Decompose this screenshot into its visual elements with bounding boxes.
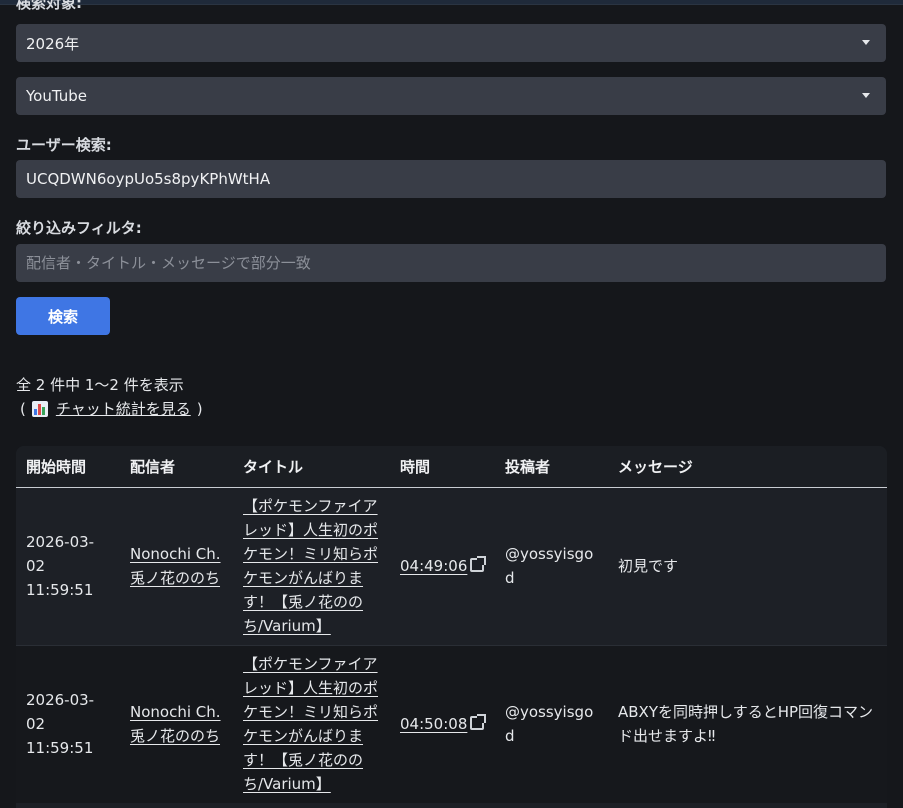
- streamer-link[interactable]: Nonochi Ch. 兎ノ花ののち: [130, 703, 221, 745]
- external-link-icon[interactable]: [470, 714, 487, 731]
- external-link-icon[interactable]: [470, 556, 487, 572]
- title-link[interactable]: 【ポケモンファイアレッド】人生初のポケモン！ミリ知らポケモンがんばります！【兎ノ…: [243, 655, 378, 793]
- year-select-value: 2026年: [26, 34, 80, 53]
- stats-open-paren: (: [20, 400, 26, 418]
- top-bar: [0, 0, 903, 5]
- search-target-label: 検索対象:: [16, 0, 82, 12]
- header-time: 時間: [390, 446, 495, 488]
- cell-message: 初見です: [618, 557, 679, 575]
- stats-close-paren: ): [196, 400, 203, 418]
- year-select[interactable]: 2026年: [16, 24, 886, 62]
- cell-poster: @yossyisgod: [505, 545, 594, 587]
- cell-start-time: 2026-03-02 11:59:51: [26, 533, 95, 599]
- title-link[interactable]: 【ポケモンファイアレッド】人生初のポケモン！ミリ知らポケモンがんばります！【兎ノ…: [243, 497, 378, 635]
- header-poster: 投稿者: [495, 446, 608, 488]
- platform-select[interactable]: YouTube: [16, 77, 886, 115]
- caret-down-icon: [862, 40, 870, 45]
- platform-select-value: YouTube: [26, 87, 87, 105]
- filter-label: 絞り込みフィルタ:: [16, 219, 142, 237]
- user-search-input[interactable]: [16, 160, 886, 198]
- streamer-link[interactable]: Nonochi Ch. 兎ノ花ののち: [130, 545, 221, 587]
- header-streamer: 配信者: [120, 446, 233, 488]
- cell-message: ABXYを同時押しするとHP回復コマンド出せますよ‼: [618, 703, 874, 746]
- cell-poster: @yossyisgod: [505, 703, 594, 746]
- caret-down-icon: [862, 93, 870, 98]
- results-table: 開始時間 配信者 タイトル 時間 投稿者 メッセージ 2026-03-02 11…: [16, 446, 887, 808]
- header-title: タイトル: [233, 446, 390, 488]
- bar-chart-icon: [31, 401, 48, 417]
- chat-stats-line: ( チャット統計を見る ): [16, 397, 203, 421]
- search-button[interactable]: 検索: [16, 297, 110, 335]
- header-message: メッセージ: [608, 446, 887, 488]
- user-search-label: ユーザー検索:: [16, 136, 112, 154]
- filter-input[interactable]: [16, 244, 886, 282]
- table-header-row: 開始時間 配信者 タイトル 時間 投稿者 メッセージ: [16, 446, 887, 488]
- cell-start-time: 2026-03-02 11:59:51: [26, 691, 95, 758]
- header-start-time: 開始時間: [16, 446, 120, 488]
- table-row: 2026-03-02 11:59:51 Nonochi Ch. 兎ノ花ののち 【…: [16, 645, 887, 803]
- results-summary: 全 2 件中 1〜2 件を表示: [16, 376, 184, 394]
- time-link[interactable]: 04:49:06: [400, 557, 467, 575]
- time-link[interactable]: 04:50:08: [400, 715, 467, 733]
- chat-stats-link[interactable]: チャット統計を見る: [56, 397, 191, 421]
- table-row: 2026-03-02 11:59:51 Nonochi Ch. 兎ノ花ののち 【…: [16, 487, 887, 645]
